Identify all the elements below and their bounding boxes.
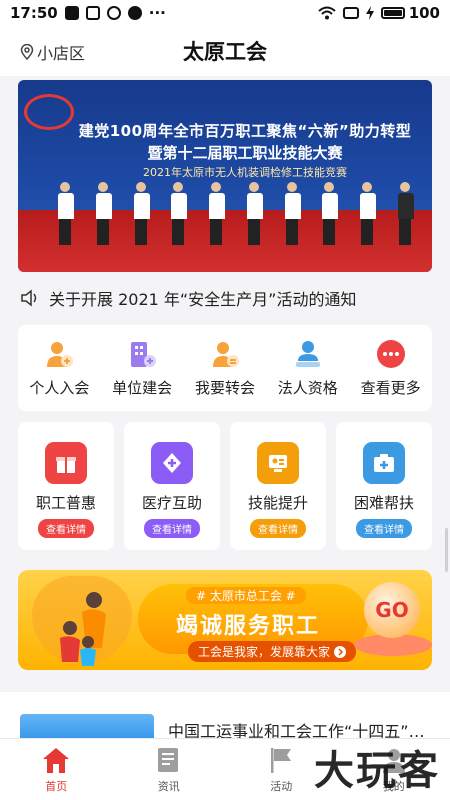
chevron-right-icon [334,645,347,658]
tab-label: 首页 [45,779,68,793]
gift-icon [45,442,87,484]
battery-level: 100 [408,4,440,22]
home-icon [43,747,70,773]
quick-actions-panel: 个人入会 单位建会 我要转会 法人资格 查看更多 [18,325,432,411]
notice-text: 关于开展 2021 年“安全生产月”活动的通知 [49,290,357,309]
quick-action-label: 法人资格 [277,378,338,397]
scrollbar[interactable] [445,528,448,572]
quick-action-legal[interactable]: 法人资格 [269,339,347,398]
quick-action-build[interactable]: 单位建会 [103,339,181,398]
tab-home[interactable]: 首页 [0,739,113,800]
person-join-icon [47,341,74,367]
tab-label: 资讯 [157,779,180,793]
flag-icon [271,747,292,773]
building-icon [131,341,157,367]
service-card-medical[interactable]: 医疗互助 查看详情 [124,422,220,550]
notice-bar[interactable]: 关于开展 2021 年“安全生产月”活动的通知 [20,284,432,312]
banner-subheadline: 暨第十二届职工职业技能大赛 [147,144,343,162]
banner-carousel[interactable]: 建党100周年全市百万职工聚焦“六新”助力转型 暨第十二届职工职业技能大赛 20… [18,80,432,272]
skill-icon [257,442,299,484]
view-details-button[interactable]: 查看详情 [38,519,94,538]
battery: 100 [380,4,440,22]
card-title: 职工普惠 [35,494,96,512]
promo-tagline: 工会是我家，发展靠大家 [188,641,357,662]
notification-icon [64,6,79,20]
view-details-button[interactable]: 查看详情 [250,519,306,538]
chat-icon [127,6,142,20]
quick-action-join[interactable]: 个人入会 [20,339,98,398]
watermark: 大玩客 [314,747,440,794]
location-label: 小店区 [37,44,86,63]
status-time: 17:50 [10,4,58,22]
app-header: 小店区 太原工会 [0,26,450,76]
promo-subtitle: # 太原市总工会 # [186,587,306,604]
wifi-icon [318,6,336,20]
card-title: 困难帮扶 [353,494,414,512]
tab-news[interactable]: 资讯 [113,739,226,800]
service-card-benefits[interactable]: 职工普惠 查看详情 [18,422,114,550]
quick-action-label: 查看更多 [360,378,421,397]
service-card-skills[interactable]: 技能提升 查看详情 [230,422,326,550]
news-list: 中国工运事业和工会工作“十四五”规划 [0,692,450,754]
medical-icon [151,442,193,484]
quick-action-label: 单位建会 [112,378,173,397]
banner-headline: 建党100周年全市百万职工聚焦“六新”助力转型 [78,122,412,140]
banner-photo-people [58,176,414,246]
family-illustration [60,592,106,666]
screen-icon [342,7,359,19]
quick-action-transfer[interactable]: 我要转会 [186,339,264,398]
person-transfer-icon [212,341,239,367]
go-button[interactable]: GO [364,582,420,638]
service-card-aid[interactable]: 困难帮扶 查看详情 [336,422,432,550]
dnd-icon [106,6,121,20]
status-bar: 17:50 ··· 100 [0,0,450,26]
news-icon [157,747,178,772]
legal-person-icon [295,340,320,367]
service-cards: 职工普惠 查看详情 医疗互助 查看详情 技能提升 查看详情 困难帮扶 查看详情 [18,422,432,550]
app-notification-icon [85,6,100,20]
card-title: 技能提升 [247,494,308,512]
quick-action-label: 我要转会 [194,378,255,397]
location-selector[interactable]: 小店区 [20,40,85,64]
first-aid-icon [363,442,405,484]
card-title: 医疗互助 [141,494,202,512]
promo-tagline-text: 工会是我家，发展靠大家 [198,645,331,659]
more-icon [376,339,405,368]
quick-action-label: 个人入会 [29,378,90,397]
battery-icon [380,7,405,19]
quick-action-more[interactable]: 查看更多 [352,339,430,398]
charging-icon [365,6,374,20]
tab-label: 活动 [270,779,293,793]
location-pin-icon [20,44,34,60]
more-notifications-icon: ··· [148,4,166,22]
view-details-button[interactable]: 查看详情 [144,519,200,538]
speaker-icon [21,289,37,307]
promo-banner[interactable]: # 太原市总工会 # 竭诚服务职工 工会是我家，发展靠大家 GO [18,570,432,670]
promo-title: 竭诚服务职工 [176,614,321,639]
view-details-button[interactable]: 查看详情 [356,519,412,538]
